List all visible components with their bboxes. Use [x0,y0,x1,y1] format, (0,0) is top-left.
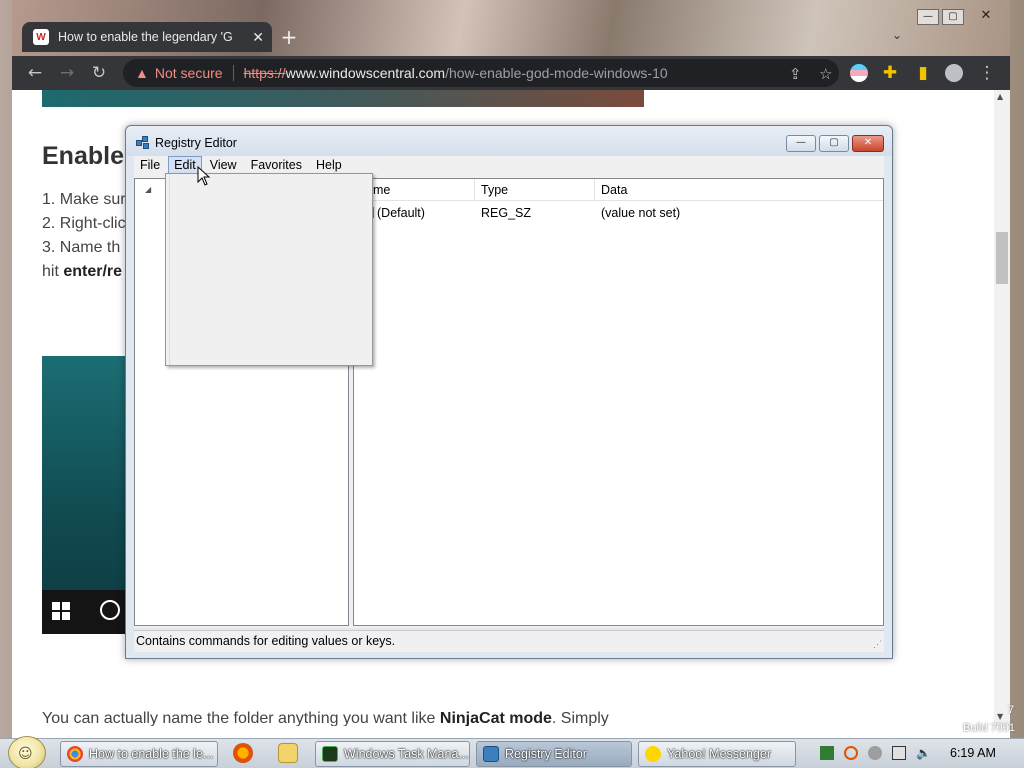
column-data[interactable]: Data [601,183,627,197]
tab-title: How to enable the legendary 'G [58,30,233,44]
minimize-button[interactable]: — [917,9,939,25]
bookmark-star-icon[interactable]: ☆ [819,65,832,83]
resize-grip-icon[interactable]: ⋰ [873,639,882,650]
menu-kebab-icon[interactable]: ⋮ [976,62,998,84]
column-divider [474,179,475,201]
build-watermark: Build 7001 [963,722,1015,734]
security-label[interactable]: Not secure [155,65,223,81]
close-button[interactable]: ✕ [975,9,997,25]
side-panel-icon[interactable]: ▮ [912,62,934,84]
mouse-pointer-icon [197,166,211,186]
volume-icon[interactable]: 🔈 [916,746,931,760]
yahoo-messenger-icon [645,746,661,762]
folder-icon[interactable] [278,743,298,763]
tree-expand-icon[interactable]: ◢ [145,185,151,194]
browser-tab[interactable]: W How to enable the legendary 'G ✕ [22,22,272,52]
task-registry-editor[interactable]: Registry Editor [476,741,632,767]
step-1: 1. Make sur [42,191,126,208]
regedit-close-button[interactable]: ✕ [852,135,884,152]
task-yahoo-messenger[interactable]: Yahoo! Messenger [638,741,796,767]
url-path: /how-enable-god-mode-windows-10 [445,65,668,81]
scroll-up-icon[interactable]: ▲ [997,92,1003,101]
share-icon[interactable]: ⇪ [789,65,802,83]
tab-close-icon[interactable]: ✕ [252,29,264,46]
regedit-maximize-button[interactable]: ▢ [819,135,849,152]
system-tray: 🔈 6:19 AM [810,741,1020,767]
task-manager-icon [322,746,338,762]
windows-central-favicon: W [33,29,49,45]
reload-icon[interactable]: ↻ [88,62,110,84]
status-text: Contains commands for editing values or … [136,634,396,648]
profile-flag-icon[interactable] [850,64,868,82]
regedit-title-bar[interactable]: Registry Editor — ▢ ✕ [126,126,892,156]
regedit-minimize-button[interactable]: — [786,135,816,152]
section-heading: Enable [42,142,124,170]
back-icon[interactable]: ← [24,62,46,84]
address-bar[interactable]: ▲ Not secure https:// www.windowscentral… [123,59,839,87]
tray-search-icon[interactable] [844,746,858,760]
tray-status-icon[interactable] [868,746,882,760]
forward-icon[interactable]: → [56,62,78,84]
edit-menu-dropdown[interactable] [165,173,373,366]
task-task-manager[interactable]: Windows Task Mana... [315,741,470,767]
step-3-continued: hit enter/re [42,263,123,280]
clock[interactable]: 6:19 AM [950,746,996,760]
article-paragraph: You can actually name the folder anythin… [42,710,609,726]
table-row[interactable]: (Default) REG_SZ (value not set) [354,203,883,223]
column-type[interactable]: Type [481,183,508,197]
tab-strip: W How to enable the legendary 'G ✕ + ⌄ —… [12,0,1010,56]
value-name: (Default) [377,206,425,220]
maximize-button[interactable]: ▢ [942,9,964,25]
tray-app-icon[interactable] [820,746,834,760]
registry-editor-icon [136,136,152,150]
windows-logo-icon [52,602,70,620]
list-header: ame Type Data [354,179,883,201]
url-protocol: https:// [243,65,286,81]
build-watermark-fragment: 7 [1008,704,1015,716]
registry-editor-icon [483,746,499,762]
browser-toolbar: ← → ↻ ▲ Not secure https:// www.windowsc… [12,56,1010,90]
value-data: (value not set) [601,206,681,220]
scroll-down-icon[interactable]: ▼ [997,712,1003,721]
menu-file[interactable]: File [134,156,166,175]
smiley-icon: ☺ [18,746,33,762]
column-divider [594,179,595,201]
url-host: www.windowscentral.com [285,65,446,81]
hero-image [42,90,644,107]
profile-avatar-icon[interactable] [945,64,963,82]
menu-gutter [166,174,170,365]
page-scrollbar[interactable]: ▲ ▼ [994,90,1010,726]
omnibox-separator [232,65,234,81]
values-list[interactable]: ame Type Data (Default) REG_SZ (value no… [353,178,884,626]
value-type: REG_SZ [481,206,532,220]
warning-icon: ▲ [135,65,149,81]
status-bar: Contains commands for editing values or … [134,630,884,652]
network-icon[interactable] [892,746,906,760]
step-3: 3. Name th [42,239,121,256]
taskbar: ☺ How to enable the le... Windows Task M… [0,736,1024,768]
start-button[interactable]: ☺ [8,736,46,768]
scrollbar-thumb[interactable] [996,232,1008,284]
cortana-icon [100,600,120,620]
new-tab-button[interactable]: + [276,24,302,50]
extensions-puzzle-icon[interactable]: ✚ [879,62,901,84]
steps-list: 1. Make sur 2. Right-clic 3. Name th hit… [42,188,126,284]
tab-search-icon[interactable]: ⌄ [892,28,902,42]
chrome-icon [67,746,83,762]
task-chrome[interactable]: How to enable the le... [60,741,218,767]
step-2: 2. Right-clic [42,215,126,232]
regedit-title: Registry Editor [155,136,237,150]
firefox-icon[interactable] [233,743,253,763]
